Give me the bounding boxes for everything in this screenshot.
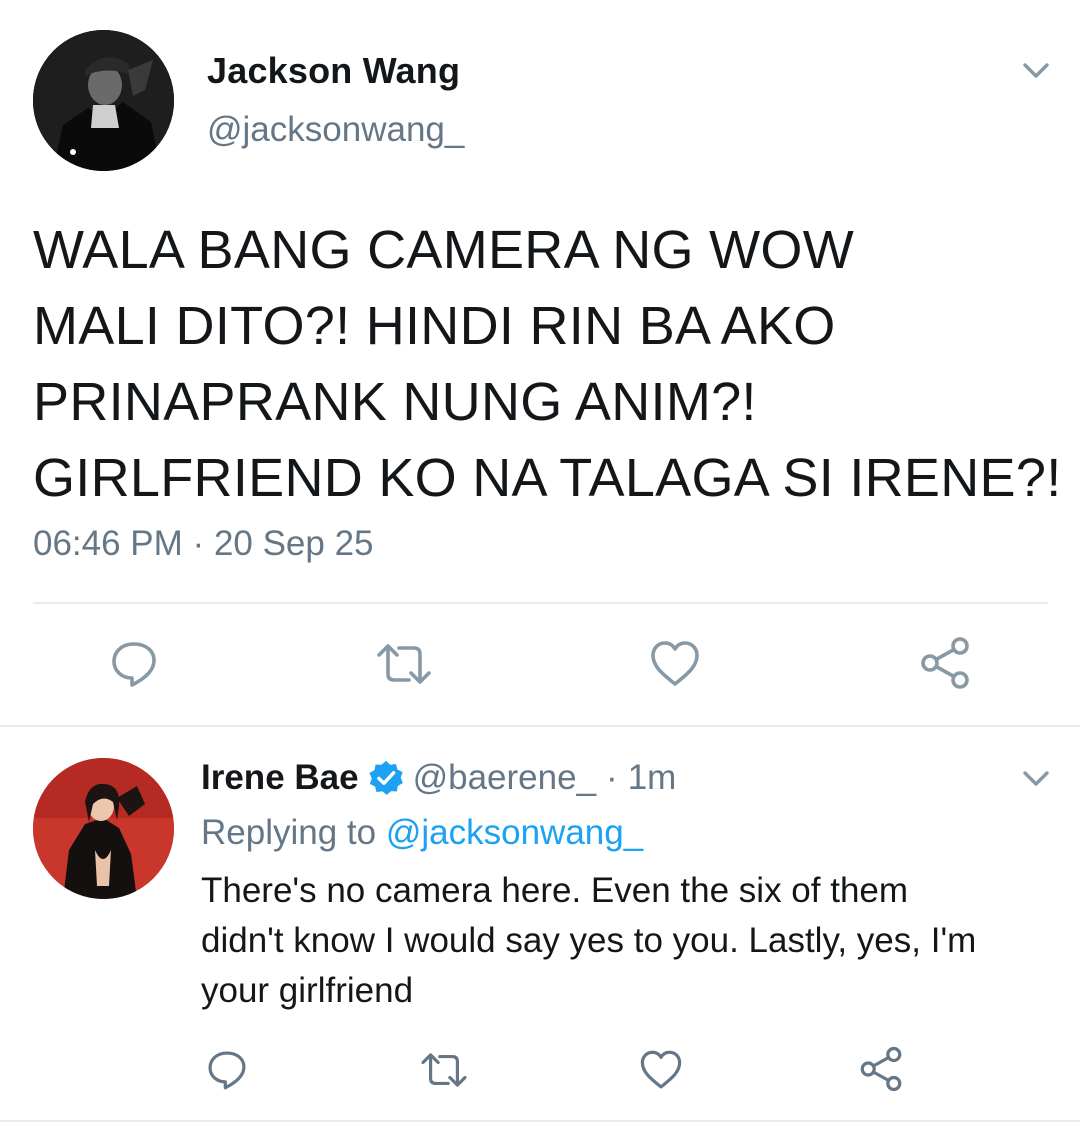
avatar[interactable]: [33, 758, 174, 899]
main-tweet[interactable]: Jackson Wang @jacksonwang_ WALA BANG CAM…: [0, 0, 1080, 726]
tweet-text: WALA BANG CAMERA NG WOW MALI DITO?! HIND…: [33, 212, 1063, 516]
replying-mention-link[interactable]: @jacksonwang_: [386, 813, 643, 852]
retweet-icon[interactable]: [373, 638, 435, 690]
meta-separator: ·: [606, 758, 618, 797]
tweet-time-ago[interactable]: 1m: [628, 758, 677, 798]
author-handle[interactable]: @jacksonwang_: [207, 110, 464, 150]
retweet-icon[interactable]: [418, 1048, 470, 1092]
tweet-text: There's no camera here. Even the six of …: [201, 866, 1066, 1016]
tweet-date: 20 Sep 25: [213, 524, 374, 563]
chevron-down-icon[interactable]: [1016, 50, 1056, 90]
avatar-photo: [33, 30, 174, 171]
tweet-text-line: MALI DITO?! HINDI RIN BA AKO: [33, 296, 836, 356]
divider: [33, 602, 1048, 604]
author-name[interactable]: Jackson Wang: [207, 50, 460, 92]
tweet-text-line: PRINAPRANK NUNG ANIM?!: [33, 372, 757, 432]
divider: [0, 725, 1080, 727]
tweet-text-line: WALA BANG CAMERA NG WOW: [33, 220, 854, 280]
author-handle[interactable]: @baerene_: [413, 758, 596, 798]
verified-badge-icon: [369, 760, 403, 795]
tweet-text-line: your girlfriend: [201, 971, 414, 1010]
reply-icon[interactable]: [108, 638, 160, 690]
chevron-down-icon[interactable]: [1016, 758, 1056, 798]
tweet-timestamp[interactable]: 06:46 PM · 20 Sep 25: [33, 524, 374, 564]
tweet-time: 06:46 PM: [33, 524, 183, 563]
author-name[interactable]: Irene Bae: [201, 758, 359, 798]
tweet-thread: Jackson Wang @jacksonwang_ WALA BANG CAM…: [0, 0, 1080, 1137]
replying-to: Replying to @jacksonwang_: [201, 813, 643, 853]
tweet-text-line: There's no camera here. Even the six of …: [201, 871, 909, 910]
tweet-text-line: GIRLFRIEND KO NA TALAGA SI IRENE?!: [33, 448, 1062, 508]
reply-icon[interactable]: [205, 1048, 249, 1092]
tweet-text-line: didn't know I would say yes to you. Last…: [201, 921, 977, 960]
replying-prefix: Replying to: [201, 813, 377, 852]
reply-header: Irene Bae @baerene_ · 1m: [201, 756, 676, 800]
divider: [0, 1120, 1080, 1122]
share-icon[interactable]: [918, 636, 972, 690]
avatar-photo: [33, 758, 174, 899]
heart-icon[interactable]: [648, 638, 702, 690]
meta-separator: ·: [192, 524, 205, 563]
share-icon[interactable]: [858, 1046, 904, 1092]
avatar[interactable]: [33, 30, 174, 171]
heart-icon[interactable]: [638, 1048, 684, 1092]
